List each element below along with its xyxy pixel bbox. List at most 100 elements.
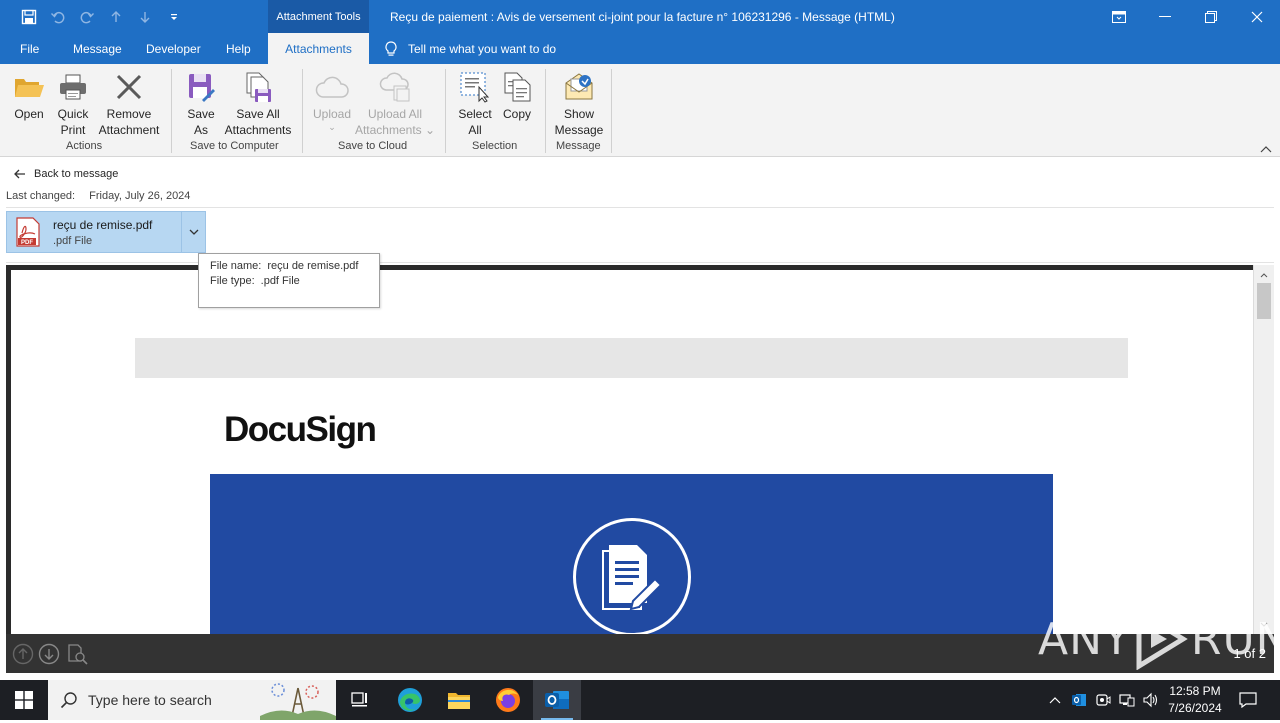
firefox-icon[interactable] (484, 680, 532, 720)
redo-icon[interactable] (76, 6, 98, 28)
search-icon (60, 692, 77, 709)
tab-developer[interactable]: Developer (146, 33, 201, 64)
show-hidden-icons-icon[interactable] (1044, 680, 1066, 720)
attachment-chip[interactable]: PDF reçu de remise.pdf .pdf File (6, 211, 206, 253)
contextual-tab-label: Attachment Tools (268, 0, 369, 33)
save-as-button[interactable]: Save As (182, 70, 220, 138)
pdf-page[interactable]: DocuSign (11, 270, 1253, 634)
group-separator (302, 69, 303, 153)
search-placeholder: Type here to search (88, 692, 212, 708)
previous-item-icon[interactable] (105, 6, 127, 28)
divider (6, 262, 1274, 263)
collapse-ribbon-icon[interactable] (1260, 142, 1272, 156)
select-all-label-2: All (468, 123, 482, 137)
open-button[interactable]: Open (10, 70, 48, 122)
anyrun-watermark: ANY RUN (1038, 608, 1280, 670)
arrow-left-icon (14, 169, 25, 179)
group-label-actions: Actions (66, 140, 103, 152)
tab-attachments[interactable]: Attachments (268, 33, 369, 64)
watermark-text-left: ANY (1038, 613, 1131, 665)
save-all-attachments-button[interactable]: Save All Attachments (222, 70, 294, 138)
tab-file[interactable]: File (20, 33, 39, 64)
next-item-icon[interactable] (134, 6, 156, 28)
tell-me-search[interactable]: Tell me what you want to do (384, 33, 556, 64)
group-label-save-to-computer: Save to Computer (190, 140, 279, 152)
restore-icon[interactable] (1188, 0, 1234, 33)
remove-attachment-label-1: Remove (106, 107, 152, 121)
attachment-file-type: .pdf File (53, 235, 93, 247)
previous-page-icon[interactable] (12, 643, 34, 665)
save-as-label-2: As (193, 123, 208, 137)
system-clock[interactable]: 12:58 PM 7/26/2024 (1160, 683, 1230, 717)
back-to-message-label: Back to message (34, 168, 119, 180)
attachment-file-name: reçu de remise.pdf (53, 218, 153, 232)
chevron-down-icon (189, 229, 198, 235)
chevron-down-icon: ⌄ (328, 122, 336, 132)
attachment-tooltip: File name: reçu de remise.pdf File type:.… (198, 253, 380, 308)
scroll-up-icon[interactable] (1254, 267, 1274, 283)
find-in-document-icon[interactable] (66, 643, 88, 665)
copy-button[interactable]: Copy (498, 70, 536, 122)
edge-icon[interactable] (386, 680, 434, 720)
volume-icon[interactable] (1140, 680, 1162, 720)
meet-now-icon[interactable] (1092, 680, 1114, 720)
back-to-message-link[interactable]: Back to message (14, 168, 118, 180)
cloud-upload-all-icon (378, 70, 412, 104)
tooltip-file-type-row: File type: .pdf File (210, 275, 300, 287)
next-page-icon[interactable] (38, 643, 60, 665)
save-icon[interactable] (18, 6, 40, 28)
save-as-icon (184, 70, 218, 104)
search-highlight-illustration (260, 680, 336, 720)
group-separator (171, 69, 172, 153)
select-all-button[interactable]: Select All (456, 70, 494, 138)
outlook-tray-icon[interactable] (1068, 680, 1090, 720)
watermark-text-right: RUN (1190, 613, 1280, 665)
show-message-icon (562, 70, 596, 104)
tab-message[interactable]: Message (73, 33, 122, 64)
last-changed-label: Last changed: (6, 190, 76, 202)
taskbar-search-box[interactable]: Type here to search (48, 680, 336, 720)
remove-x-icon (112, 70, 146, 104)
select-all-icon (458, 70, 492, 104)
ribbon-tab-row: File Message Developer Help Attachments … (0, 33, 1280, 64)
windows-start-icon[interactable] (0, 680, 48, 720)
notifications-icon[interactable] (1236, 680, 1260, 720)
network-icon[interactable] (1116, 680, 1138, 720)
clock-date: 7/26/2024 (1168, 701, 1222, 715)
show-message-button[interactable]: Show Message (555, 70, 603, 138)
show-message-label-2: Message (554, 123, 604, 137)
save-all-label-2: Attachments (224, 123, 292, 137)
file-explorer-icon[interactable] (435, 680, 483, 720)
title-bar: Attachment Tools Reçu de paiement : Avis… (0, 0, 1280, 33)
clock-time: 12:58 PM (1169, 684, 1221, 698)
undo-icon[interactable] (47, 6, 69, 28)
group-separator (445, 69, 446, 153)
upload-all-label-2: Attachments ⌄ (354, 123, 436, 137)
quick-print-button[interactable]: Quick Print (54, 70, 92, 138)
group-separator (545, 69, 546, 153)
docusign-logo: DocuSign (224, 410, 377, 449)
attachment-dropdown-button[interactable] (181, 212, 205, 252)
group-label-message: Message (556, 140, 601, 152)
ribbon-display-options-icon[interactable] (1096, 0, 1142, 33)
tell-me-text: Tell me what you want to do (408, 41, 557, 56)
scroll-thumb[interactable] (1257, 283, 1271, 319)
close-icon[interactable] (1234, 0, 1280, 33)
printer-icon (56, 70, 90, 104)
task-view-icon[interactable] (336, 680, 384, 720)
tab-help[interactable]: Help (226, 33, 251, 64)
minimize-icon[interactable] (1142, 0, 1188, 33)
document-banner (210, 474, 1053, 634)
customize-qat-icon[interactable] (163, 6, 185, 28)
tooltip-file-name-row: File name: reçu de remise.pdf (210, 260, 359, 272)
taskbar: Type here to search 12:58 PM 7/26/2024 (0, 680, 1280, 720)
copy-icon (500, 70, 534, 104)
preview-vertical-scrollbar[interactable] (1253, 265, 1274, 634)
folder-open-icon (12, 70, 46, 104)
last-changed-date: Friday, July 26, 2024 (89, 190, 191, 202)
upload-all-attachments-button[interactable]: Upload All Attachments ⌄ (354, 70, 436, 138)
outlook-icon[interactable] (533, 680, 581, 720)
upload-button[interactable]: Upload ⌄ (310, 70, 354, 132)
remove-attachment-button[interactable]: Remove Attachment (96, 70, 162, 138)
lightbulb-icon (385, 40, 397, 56)
